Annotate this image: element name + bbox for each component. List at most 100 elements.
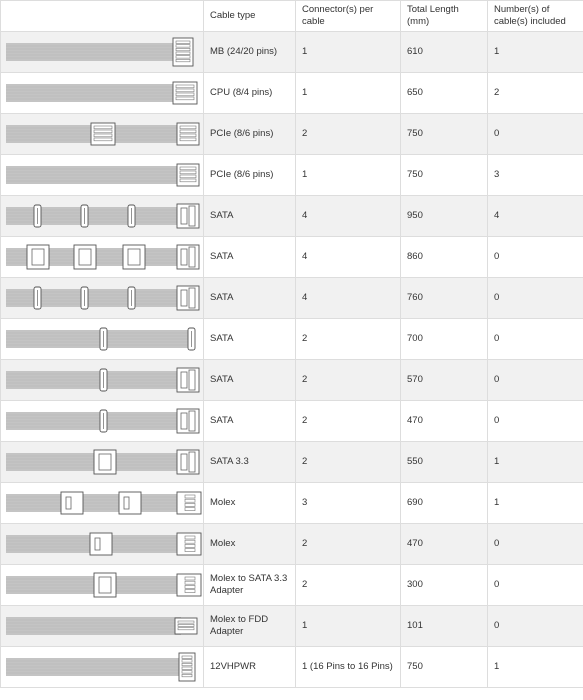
cable-image	[0, 277, 204, 319]
table-row: SATA 4 860 0	[0, 236, 583, 278]
cable-type-cell: Molex	[203, 523, 296, 565]
table-row: PCIe (8/6 pins) 1 750 3	[0, 154, 583, 196]
count-cell: 1	[487, 646, 583, 688]
connectors-cell: 2	[295, 523, 401, 565]
count-cell: 0	[487, 318, 583, 360]
length-cell: 570	[400, 359, 488, 401]
cable-image	[0, 195, 204, 237]
mb-24pin-cable-icon	[6, 37, 194, 67]
count-cell: 0	[487, 605, 583, 647]
header-row: Cable type Connector(s) per cable Total …	[0, 0, 583, 32]
count-cell: 0	[487, 523, 583, 565]
connectors-cell: 1	[295, 605, 401, 647]
cable-image	[0, 441, 204, 483]
connectors-cell: 2	[295, 318, 401, 360]
length-cell: 860	[400, 236, 488, 278]
length-cell: 950	[400, 195, 488, 237]
length-cell: 750	[400, 113, 488, 155]
cable-image	[0, 523, 204, 565]
length-cell: 470	[400, 400, 488, 442]
table-row: SATA 4 950 4	[0, 195, 583, 237]
connectors-cell: 2	[295, 564, 401, 606]
table-row: SATA 2 570 0	[0, 359, 583, 401]
cable-image	[0, 564, 204, 606]
cable-type-cell: Molex to FDD Adapter	[203, 605, 296, 647]
cable-type-cell: SATA 3.3	[203, 441, 296, 483]
count-cell: 0	[487, 564, 583, 606]
cable-image	[0, 236, 204, 278]
table-row: SATA 2 700 0	[0, 318, 583, 360]
connectors-cell: 1	[295, 72, 401, 114]
count-cell: 0	[487, 359, 583, 401]
molex-sata-adapter-icon	[6, 572, 202, 598]
sata-4-wide-cable-icon	[6, 244, 200, 270]
cable-type-cell: SATA	[203, 318, 296, 360]
cable-image	[0, 154, 204, 196]
cable-image	[0, 605, 204, 647]
cable-type-cell: SATA	[203, 236, 296, 278]
length-cell: 550	[400, 441, 488, 483]
sata-2-cable-icon	[6, 367, 200, 393]
header-count: Number(s) of cable(s) included	[487, 0, 583, 32]
cable-type-cell: PCIe (8/6 pins)	[203, 154, 296, 196]
table-row: CPU (8/4 pins) 1 650 2	[0, 72, 583, 114]
length-cell: 750	[400, 646, 488, 688]
cable-type-cell: SATA	[203, 359, 296, 401]
connectors-cell: 2	[295, 359, 401, 401]
connectors-cell: 4	[295, 277, 401, 319]
cable-image	[0, 31, 204, 73]
cable-image	[0, 318, 204, 360]
table-row: PCIe (8/6 pins) 2 750 0	[0, 113, 583, 155]
count-cell: 1	[487, 31, 583, 73]
cable-image	[0, 646, 204, 688]
count-cell: 0	[487, 277, 583, 319]
connectors-cell: 4	[295, 195, 401, 237]
cable-type-cell: 12VHPWR	[203, 646, 296, 688]
connectors-cell: 2	[295, 400, 401, 442]
cable-type-cell: Molex to SATA 3.3 Adapter	[203, 564, 296, 606]
count-cell: 4	[487, 195, 583, 237]
pcie-dual-cable-icon	[6, 122, 200, 146]
cable-type-cell: CPU (8/4 pins)	[203, 72, 296, 114]
count-cell: 0	[487, 236, 583, 278]
table-row: Molex to FDD Adapter 1 101 0	[0, 605, 583, 647]
connectors-cell: 1	[295, 154, 401, 196]
sata-4-cable-icon	[6, 285, 200, 311]
cable-type-cell: SATA	[203, 277, 296, 319]
pcie-single-cable-icon	[6, 163, 200, 187]
cable-image	[0, 482, 204, 524]
cable-type-cell: MB (24/20 pins)	[203, 31, 296, 73]
cable-image	[0, 113, 204, 155]
connectors-cell: 1 (16 Pins to 16 Pins)	[295, 646, 401, 688]
cable-type-cell: PCIe (8/6 pins)	[203, 113, 296, 155]
count-cell: 1	[487, 482, 583, 524]
sata-2-cable-icon	[6, 408, 200, 434]
table-row: Molex 3 690 1	[0, 482, 583, 524]
connectors-cell: 2	[295, 441, 401, 483]
connectors-cell: 3	[295, 482, 401, 524]
12vhpwr-cable-icon	[6, 652, 196, 682]
header-connectors: Connector(s) per cable	[295, 0, 401, 32]
molex-fdd-adapter-icon	[6, 617, 198, 635]
molex-2-cable-icon	[6, 532, 202, 556]
connectors-cell: 1	[295, 31, 401, 73]
sata-4-cable-icon	[6, 203, 200, 229]
length-cell: 101	[400, 605, 488, 647]
count-cell: 0	[487, 400, 583, 442]
molex-3-cable-icon	[6, 491, 202, 515]
table-row: 12VHPWR 1 (16 Pins to 16 Pins) 750 1	[0, 646, 583, 688]
header-cable-type: Cable type	[203, 0, 296, 32]
length-cell: 700	[400, 318, 488, 360]
count-cell: 3	[487, 154, 583, 196]
cpu-8pin-cable-icon	[6, 81, 198, 105]
count-cell: 0	[487, 113, 583, 155]
header-image	[0, 0, 204, 32]
count-cell: 1	[487, 441, 583, 483]
count-cell: 2	[487, 72, 583, 114]
connectors-cell: 4	[295, 236, 401, 278]
cable-type-cell: SATA	[203, 195, 296, 237]
length-cell: 750	[400, 154, 488, 196]
length-cell: 610	[400, 31, 488, 73]
length-cell: 650	[400, 72, 488, 114]
cable-image	[0, 359, 204, 401]
